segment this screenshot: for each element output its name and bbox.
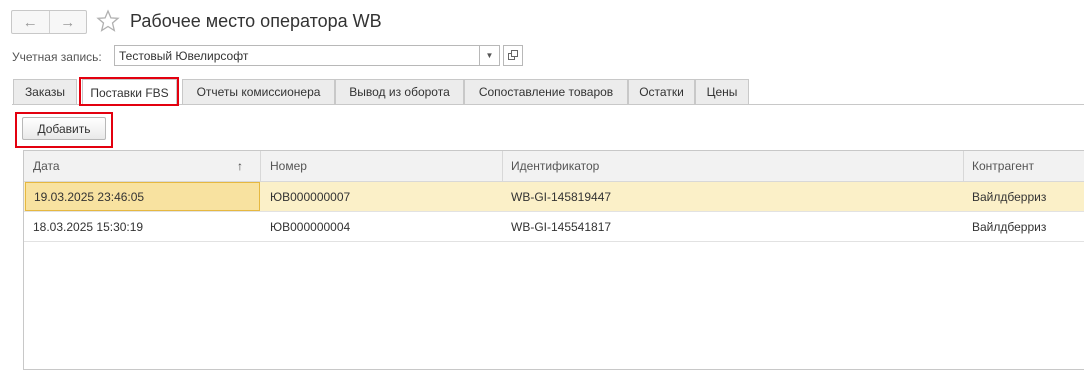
column-separator[interactable] <box>963 151 964 181</box>
tab-orders[interactable]: Заказы <box>13 79 77 104</box>
cell-contractor[interactable]: Вайлдберриз <box>972 182 1046 211</box>
column-separator[interactable] <box>260 151 261 181</box>
tab-highlight-frame <box>79 77 179 106</box>
tab-orders-label: Заказы <box>24 85 66 99</box>
arrow-left-icon: ← <box>22 13 38 31</box>
tab-withdrawal-label: Вывод из оборота <box>349 85 450 99</box>
page-title: Рабочее место оператора WB <box>130 11 382 31</box>
cell-identifier[interactable]: WB-GI-145819447 <box>511 182 611 211</box>
add-button-highlight-frame <box>15 112 113 148</box>
navigation-buttons: ← → <box>11 10 87 34</box>
cell-number[interactable]: ЮВ000000007 <box>270 182 350 211</box>
supplies-table[interactable]: Дата ↑ Номер Идентификатор Контрагент 19… <box>23 150 1084 370</box>
sort-ascending-icon[interactable]: ↑ <box>237 159 243 173</box>
table-row[interactable]: 19.03.2025 23:46:05 ЮВ000000007 WB-GI-14… <box>24 182 1084 212</box>
column-header-contractor[interactable]: Контрагент <box>972 151 1034 181</box>
column-header-date[interactable]: Дата <box>33 151 60 181</box>
tab-product-matching-label: Сопоставление товаров <box>478 85 614 99</box>
table-row[interactable]: 18.03.2025 15:30:19 ЮВ000000004 WB-GI-14… <box>24 212 1084 242</box>
favorite-star-icon[interactable] <box>96 8 120 34</box>
tab-commission-reports[interactable]: Отчеты комиссионера <box>182 79 335 104</box>
arrow-right-icon: → <box>60 13 76 31</box>
tab-prices-label: Цены <box>706 85 738 99</box>
open-window-icon <box>507 50 518 60</box>
account-label: Учетная запись: <box>12 50 102 64</box>
account-open-button[interactable] <box>503 45 523 66</box>
forward-button[interactable]: → <box>48 11 87 33</box>
tab-withdrawal[interactable]: Вывод из оборота <box>335 79 464 104</box>
cell-date[interactable]: 18.03.2025 15:30:19 <box>33 212 143 241</box>
column-header-identifier[interactable]: Идентификатор <box>511 151 599 181</box>
account-field[interactable]: Тестовый Ювелирсофт <box>114 45 480 66</box>
table-header: Дата ↑ Номер Идентификатор Контрагент <box>24 151 1084 182</box>
tab-stock[interactable]: Остатки <box>628 79 695 104</box>
account-dropdown-button[interactable]: ▼ <box>480 45 500 66</box>
cell-number[interactable]: ЮВ000000004 <box>270 212 350 241</box>
back-button[interactable]: ← <box>12 11 49 33</box>
cell-date[interactable]: 19.03.2025 23:46:05 <box>25 182 260 211</box>
tab-product-matching[interactable]: Сопоставление товаров <box>464 79 628 104</box>
column-separator[interactable] <box>502 151 503 181</box>
chevron-down-icon: ▼ <box>485 51 494 60</box>
tab-stock-label: Остатки <box>639 85 684 99</box>
cell-identifier[interactable]: WB-GI-145541817 <box>511 212 611 241</box>
tab-commission-reports-label: Отчеты комиссионера <box>196 85 321 99</box>
cell-contractor[interactable]: Вайлдберриз <box>972 212 1046 241</box>
column-header-number[interactable]: Номер <box>270 151 307 181</box>
tab-prices[interactable]: Цены <box>695 79 749 104</box>
